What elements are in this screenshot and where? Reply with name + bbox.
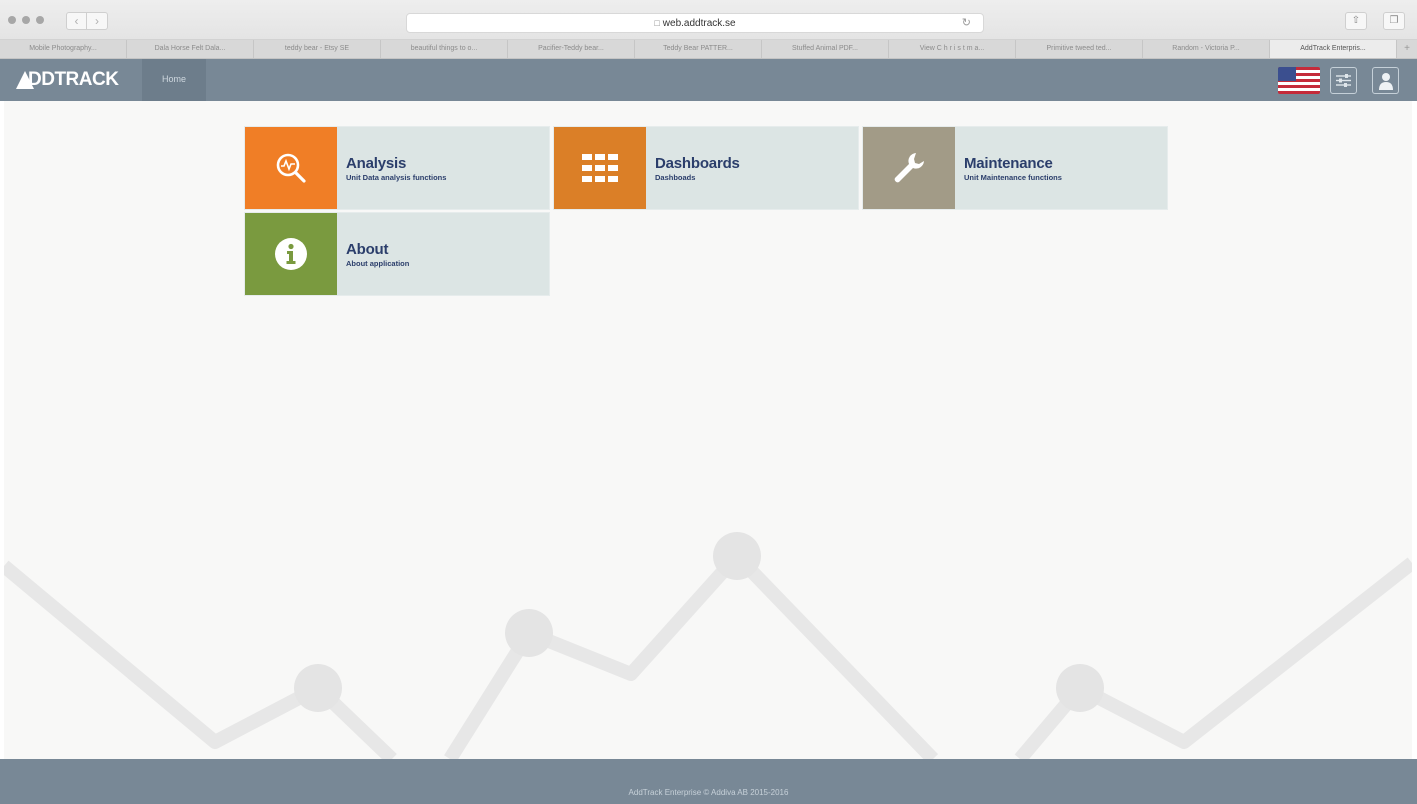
tile-title: Analysis [346,155,407,172]
zoom-window-button[interactable] [36,16,44,24]
tile-about[interactable]: About About application [244,212,550,296]
browser-tab[interactable]: Pacifier-Teddy bear... [508,40,635,58]
browser-tab[interactable]: Mobile Photography... [0,40,127,58]
browser-titlebar: ‹ › □ web.addtrack.se ↻ ⇧ ❐ [0,0,1417,40]
window-controls[interactable] [8,16,44,24]
footer-copyright: AddTrack Enterprise © Addiva AB 2015-201… [628,788,789,797]
minimize-window-button[interactable] [22,16,30,24]
logo-text: DDTRACK [28,69,119,90]
address-url: web.addtrack.se [662,18,736,29]
grid-icon [554,127,646,209]
tile-analysis-text: Analysis Unit Data analysis functions [337,127,446,209]
browser-tab[interactable]: Primitive tweed ted... [1016,40,1143,58]
lock-icon: □ [654,18,660,28]
tile-dashboards-text: Dashboards Dashboads [646,127,740,209]
tile-subtitle: About application [346,259,410,268]
addtrack-logo[interactable]: DDTRACK [16,69,119,91]
nav-home[interactable]: Home [142,59,206,101]
tile-maintenance[interactable]: Maintenance Unit Maintenance functions [862,126,1168,210]
tile-about-text: About About application [337,213,409,295]
reload-icon[interactable]: ↻ [962,14,971,32]
us-flag-icon[interactable] [1278,67,1320,94]
browser-tab[interactable]: Teddy Bear PATTER... [635,40,762,58]
app-footer: AddTrack Enterprise © Addiva AB 2015-201… [0,759,1417,804]
browser-tab[interactable]: Dala Horse Felt Dala... [127,40,254,58]
browser-actions: ⇧ ❐ [1345,12,1405,30]
magnifier-chart-icon [245,127,337,209]
back-button[interactable]: ‹ [66,12,87,30]
tile-subtitle: Unit Data analysis functions [346,173,447,182]
tile-dashboards[interactable]: Dashboards Dashboads [553,126,859,210]
tab-overview-button[interactable]: ❐ [1383,12,1405,30]
new-tab-button[interactable]: + [1397,40,1417,58]
history-nav: ‹ › [66,12,108,30]
close-window-button[interactable] [8,16,16,24]
browser-tab[interactable]: teddy bear - Etsy SE [254,40,381,58]
address-bar[interactable]: □ web.addtrack.se ↻ [406,13,984,33]
app-header: DDTRACK Home [0,59,1417,101]
tile-analysis[interactable]: Analysis Unit Data analysis functions [244,126,550,210]
tile-subtitle: Unit Maintenance functions [964,173,1062,182]
browser-tab-active[interactable]: AddTrack Enterpris... [1270,40,1397,58]
tile-title: Maintenance [964,155,1053,172]
info-icon [245,213,337,295]
browser-tab[interactable]: View C h r i s t m a... [889,40,1016,58]
settings-sliders-icon[interactable] [1330,67,1357,94]
tile-subtitle: Dashboads [655,173,696,182]
browser-tab[interactable]: Random - Victoria P... [1143,40,1270,58]
tile-title: About [346,241,389,258]
main-content: Analysis Unit Data analysis functions Da… [4,101,1412,759]
tile-maintenance-text: Maintenance Unit Maintenance functions [955,127,1062,209]
tile-title: Dashboards [655,155,740,172]
share-button[interactable]: ⇧ [1345,12,1367,30]
browser-tab[interactable]: Stuffed Animal PDF... [762,40,889,58]
user-profile-icon[interactable] [1372,67,1399,94]
browser-tab[interactable]: beautiful things to o... [381,40,508,58]
browser-tab-bar: Mobile Photography... Dala Horse Felt Da… [0,40,1417,59]
forward-button[interactable]: › [87,12,108,30]
wrench-icon [863,127,955,209]
